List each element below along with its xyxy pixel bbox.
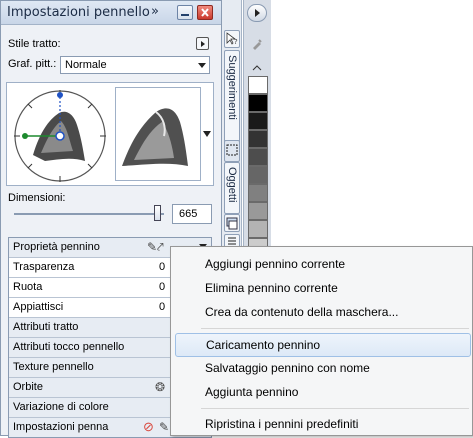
chevron-down-icon xyxy=(203,131,211,137)
menu-item-delete-current-nib[interactable]: Elimina pennino corrente xyxy=(175,277,469,299)
stroke-style-label: Stile tratto: xyxy=(8,38,61,50)
nib-preview xyxy=(115,87,201,181)
nib-context-menu: Aggiungi pennino corrente Elimina pennin… xyxy=(170,246,473,436)
pen-icon[interactable]: ✎⤤ xyxy=(147,240,164,255)
play-icon[interactable] xyxy=(247,4,267,22)
stroke-style-menu-icon[interactable] xyxy=(196,37,209,50)
nib-list-scroll[interactable] xyxy=(203,87,211,181)
panel-title: Impostazioni pennello xyxy=(7,5,150,20)
chevron-up-icon[interactable] xyxy=(250,58,264,71)
color-swatch-gray-80[interactable] xyxy=(248,130,268,148)
collapse-panel-button[interactable]: » xyxy=(151,4,159,19)
color-swatch-gray-40[interactable] xyxy=(248,202,268,220)
color-swatch-white[interactable] xyxy=(248,76,268,94)
select-icon[interactable] xyxy=(224,140,240,162)
svg-text:?: ? xyxy=(234,38,238,46)
pen-icon[interactable]: ✎ xyxy=(159,420,169,434)
panel-titlebar[interactable]: Impostazioni pennello » xyxy=(1,1,221,25)
menu-item-append-nib[interactable]: Aggiunta pennino xyxy=(175,381,469,403)
chevron-down-icon xyxy=(198,63,206,68)
color-swatch-black[interactable] xyxy=(248,94,268,112)
layers-icon[interactable] xyxy=(224,214,240,232)
menu-item-create-from-mask[interactable]: Crea da contenuto della maschera... xyxy=(175,301,469,323)
help-cursor-icon[interactable]: ? xyxy=(224,30,240,48)
minimize-icon[interactable] xyxy=(177,5,193,20)
brush-preview-area xyxy=(6,82,214,186)
eyedropper-icon[interactable] xyxy=(250,36,264,50)
menu-item-save-nib-as[interactable]: Salvataggio pennino con nome xyxy=(175,357,469,379)
menu-item-add-current-nib[interactable]: Aggiungi pennino corrente xyxy=(175,253,469,275)
graphics-dropdown[interactable]: Normale xyxy=(60,56,210,74)
menu-separator xyxy=(201,328,469,329)
dimensions-value: 665 xyxy=(179,208,198,220)
dimensions-label: Dimensioni: xyxy=(8,192,66,204)
dimensions-slider-track[interactable] xyxy=(14,213,164,215)
menu-item-restore-default-nibs[interactable]: Ripristina i pennini predefiniti xyxy=(175,413,469,435)
rotation-angle-widget[interactable] xyxy=(11,87,109,185)
color-swatch-gray-70[interactable] xyxy=(248,148,268,166)
menu-separator xyxy=(201,408,469,409)
dimensions-input[interactable]: 665 xyxy=(172,204,212,224)
graphics-label: Graf. pitt.: xyxy=(8,58,57,70)
color-swatch-gray-90[interactable] xyxy=(248,112,268,130)
close-icon[interactable] xyxy=(197,5,213,20)
reset-icon[interactable]: ⊘ xyxy=(143,419,154,435)
dimensions-slider-thumb[interactable] xyxy=(154,205,161,221)
graphics-dropdown-value: Normale xyxy=(65,59,107,71)
color-swatch-gray-50[interactable] xyxy=(248,184,268,202)
color-swatch-gray-60[interactable] xyxy=(248,166,268,184)
tab-objects[interactable]: Oggetti xyxy=(224,162,240,214)
color-swatch-gray-30[interactable] xyxy=(248,220,268,238)
menu-item-load-nib[interactable]: Caricamento pennino xyxy=(175,333,471,357)
orbit-icon[interactable]: ❂ xyxy=(155,380,165,394)
